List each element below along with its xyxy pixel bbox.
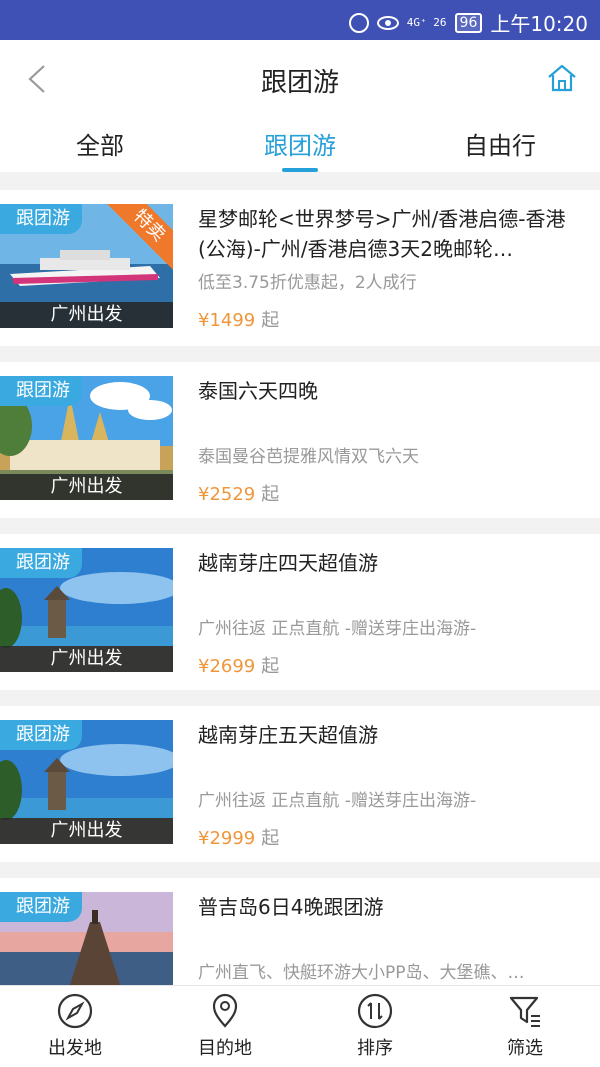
product-thumbnail: 跟团游 广州出发 [0,376,173,500]
compass-icon [57,993,93,1029]
nav-destination[interactable]: 目的地 [150,986,300,1067]
tab-group-tour[interactable]: 跟团游 [200,120,400,172]
home-icon[interactable] [546,62,578,94]
price-suffix: 起 [261,484,280,505]
product-price: ¥2529 [198,484,256,505]
price-row: ¥2529 起 [198,480,279,506]
product-title: 星梦邮轮<世界梦号>广州/香港启德-香港(公海)-广州/香港启德3天2晚邮轮… [198,207,566,261]
nav-sort[interactable]: 排序 [300,986,450,1067]
price-suffix: 起 [261,656,280,677]
product-title: 越南芽庄五天超值游 [198,723,378,747]
nav-filter[interactable]: 筛选 [450,986,600,1067]
filter-icon [509,996,540,1027]
nav-label: 目的地 [198,1038,252,1059]
product-desc: 广州往返 正点直航 -赠送芽庄出海游- [198,619,477,639]
alarm-icon [348,12,369,33]
product-title: 越南芽庄四天超值游 [198,551,378,575]
product-desc: 广州直飞、快艇环游大小PP岛、大堡礁、… [198,963,525,983]
product-list: 跟团游 特卖 广州出发 星梦邮轮<世界梦号>广州/香港启德-香港(公海)-广州/… [0,190,600,1050]
product-tag: 跟团游 [0,204,82,234]
battery-icon: 96 [454,12,483,33]
product-thumbnail: 跟团游 特卖 广州出发 [0,204,173,328]
product-tag: 跟团游 [0,548,82,578]
product-thumbnail: 跟团游 广州出发 [0,720,173,844]
product-title: 普吉岛6日4晚跟团游 [198,895,384,919]
location-pin-icon [212,993,238,1028]
product-desc: 广州往返 正点直航 -赠送芽庄出海游- [198,791,477,811]
product-tag: 跟团游 [0,376,82,406]
sort-icon [357,993,393,1029]
departure-label: 广州出发 [0,818,173,844]
product-title: 泰国六天四晚 [198,379,318,403]
product-card[interactable]: 跟团游 广州出发 越南芽庄五天超值游 广州往返 正点直航 -赠送芽庄出海游- ¥… [0,706,600,862]
product-price: ¥1499 [198,310,256,331]
nav-label: 筛选 [507,1038,543,1059]
status-time: 上午10:20 [490,12,588,36]
price-row: ¥2999 起 [198,824,279,850]
nav-departure[interactable]: 出发地 [0,986,150,1067]
signal-icon: 4G⁺ 26 [406,15,447,29]
product-thumbnail: 跟团游 广州出发 [0,548,173,672]
app-header: 跟团游 [0,40,600,120]
nav-label: 出发地 [48,1038,102,1059]
eye-icon [376,15,399,30]
departure-label: 广州出发 [0,474,173,500]
tab-all[interactable]: 全部 [0,120,200,172]
tab-free-travel[interactable]: 自由行 [400,120,600,172]
nav-label: 排序 [357,1038,393,1059]
page-title: 跟团游 [260,68,339,98]
product-desc: 泰国曼谷芭提雅风情双飞六天 [198,447,419,467]
product-price: ¥2999 [198,828,256,849]
price-row: ¥1499 起 [198,306,279,332]
departure-label: 广州出发 [0,646,173,672]
bottom-nav: 出发地 目的地 排序 筛选 [0,985,600,1067]
product-price: ¥2699 [198,656,256,677]
product-card[interactable]: 跟团游 广州出发 越南芽庄四天超值游 广州往返 正点直航 -赠送芽庄出海游- ¥… [0,534,600,690]
price-suffix: 起 [261,828,280,849]
product-card[interactable]: 跟团游 广州出发 泰国六天四晚 泰国曼谷芭提雅风情双飞六天 ¥2529 起 [0,362,600,518]
departure-label: 广州出发 [0,302,173,328]
status-bar: 4G⁺ 26 96 上午10:20 [0,0,600,40]
price-suffix: 起 [261,310,280,331]
product-tag: 跟团游 [0,892,82,922]
product-card[interactable]: 跟团游 特卖 广州出发 星梦邮轮<世界梦号>广州/香港启德-香港(公海)-广州/… [0,190,600,346]
product-desc: 低至3.75折优惠起，2人成行 [198,273,417,293]
category-tabs: 全部 跟团游 自由行 [0,120,600,172]
price-row: ¥2699 起 [198,652,279,678]
product-tag: 跟团游 [0,720,82,750]
